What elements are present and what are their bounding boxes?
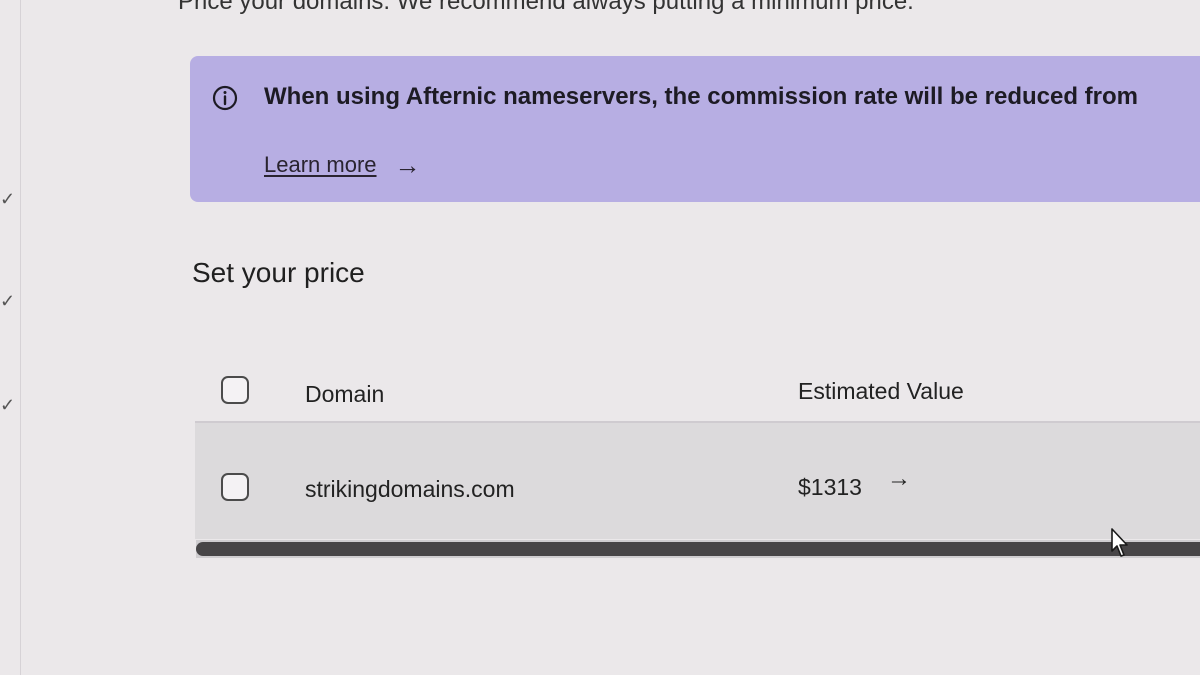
mouse-pointer-icon	[1111, 528, 1128, 557]
learn-more-label[interactable]: Learn more	[264, 152, 377, 178]
info-icon	[212, 85, 238, 111]
sidebar-check-icon: ✓	[0, 291, 16, 311]
select-all-checkbox[interactable]	[221, 376, 249, 404]
sidebar-divider	[20, 0, 21, 675]
info-banner: When using Afternic nameservers, the com…	[190, 56, 1200, 202]
banner-message: When using Afternic nameservers, the com…	[264, 83, 1139, 110]
horizontal-scrollbar[interactable]	[196, 540, 1200, 558]
sidebar-check-icon: ✓	[0, 189, 16, 209]
intro-text: Price your domains. We recommend always …	[178, 0, 914, 15]
row-checkbox[interactable]	[221, 473, 249, 501]
learn-more-link[interactable]: Learn more →	[264, 152, 421, 178]
sidebar-check-icon: ✓	[0, 395, 16, 415]
scrollbar-thumb[interactable]	[196, 542, 1200, 556]
section-title: Set your price	[192, 257, 365, 288]
column-header-estimated-value: Estimated Value	[798, 378, 964, 404]
arrow-right-icon[interactable]: →	[887, 467, 911, 491]
column-header-domain: Domain	[305, 381, 385, 407]
table-header: Domain Estimated Value	[195, 360, 1200, 418]
table-row[interactable]: strikingdomains.com $1313 →	[195, 423, 1200, 539]
domain-cell: strikingdomains.com	[305, 476, 515, 502]
estimated-value-cell: $1313	[798, 474, 862, 500]
arrow-right-icon[interactable]: →	[395, 152, 421, 178]
